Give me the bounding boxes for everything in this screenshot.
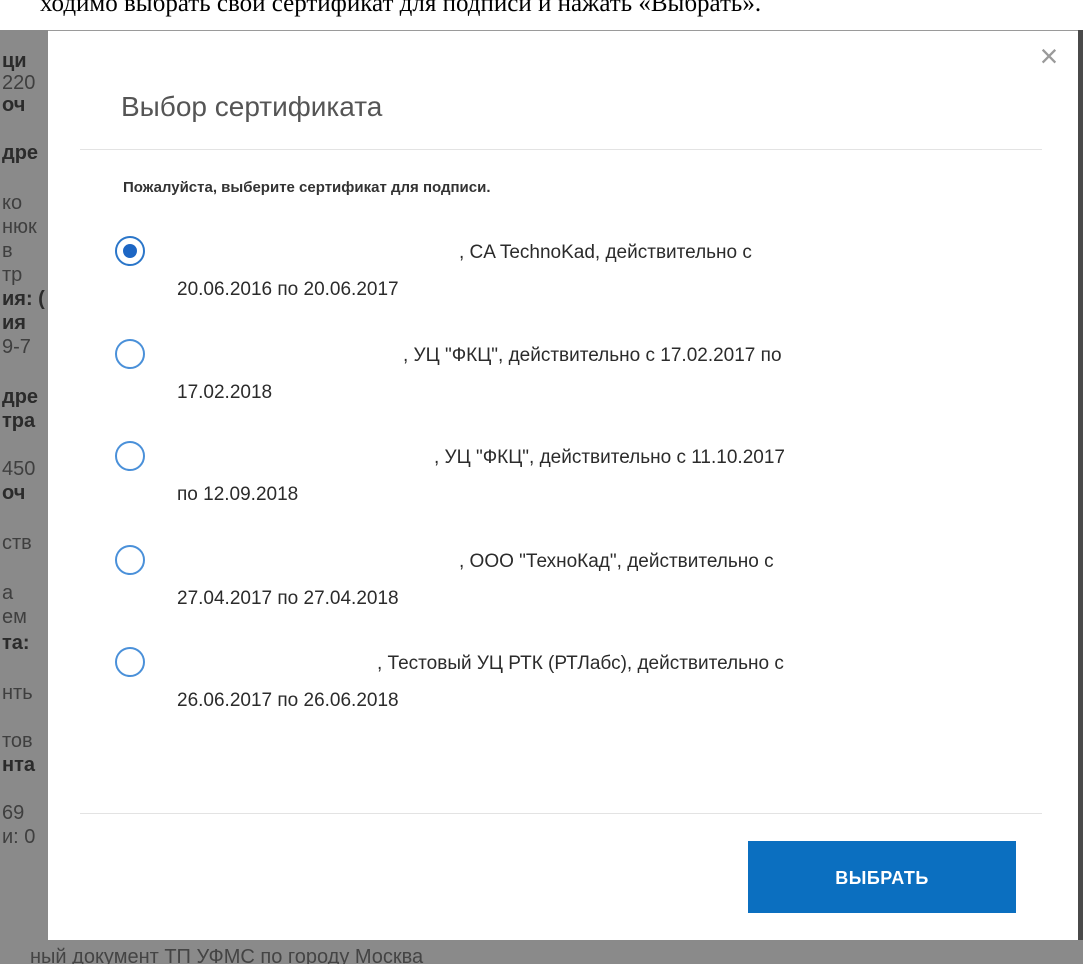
header-divider (80, 149, 1042, 150)
radio-button-2[interactable] (115, 339, 145, 369)
background-text-fragment: нта (2, 754, 35, 776)
document-top-strip: ходимо выбрать свой сертификат для подпи… (0, 0, 1083, 30)
background-page-fragments: ци 220 оч дре ко нюк в тр ия: (ия 9-7 дре тра 450 оч с… (0, 30, 48, 964)
footer-divider (80, 813, 1042, 814)
certificate-option-label: , УЦ "ФКЦ", действительно с 11.10.2017 п… (177, 447, 785, 505)
background-text-fragment: 220 (2, 72, 36, 94)
dialog-title: Выбор сертификата (121, 91, 383, 122)
background-text-fragment: ия (2, 312, 26, 334)
background-text-fragment: и: 0 (2, 826, 36, 848)
background-bottom-text: ный документ ТП УФМС по городу Москва (30, 946, 424, 964)
background-text-fragment: нюк (2, 216, 37, 238)
modal-frame-edge (1078, 30, 1083, 940)
background-text-fragment: ем (2, 606, 27, 628)
background-text-fragment: ци (2, 50, 27, 72)
certificate-option-label: , ООО "ТехноКад", действительно с 27.04.… (177, 551, 774, 609)
background-text-fragment: 9-7 (2, 336, 31, 358)
dialog-instruction: Пожалуйста, выберите сертификат для подп… (123, 179, 491, 196)
background-text-fragment: дре (2, 142, 39, 164)
certificate-option-label: , УЦ "ФКЦ", действительно с 17.02.2017 п… (177, 345, 782, 403)
select-button[interactable]: ВЫБРАТЬ (748, 841, 1016, 913)
document-top-text: ходимо выбрать свой сертификат для подпи… (40, 0, 762, 17)
background-text-fragment: дре (2, 386, 39, 408)
background-text-fragment: тов (2, 730, 33, 752)
background-text-fragment: тра (2, 410, 36, 432)
background-text-fragment: та: (2, 632, 30, 654)
background-text-fragment: 450 (2, 458, 36, 480)
background-text-fragment: а (2, 582, 14, 604)
close-icon[interactable]: × (1034, 40, 1064, 72)
radio-button-5[interactable] (115, 647, 145, 677)
radio-button-4[interactable] (115, 545, 145, 575)
background-text-fragment: нть (2, 682, 33, 704)
background-text-fragment: ия: ( (2, 288, 45, 310)
background-text-fragment: оч (2, 482, 26, 504)
background-text-fragment: оч (2, 94, 26, 116)
background-text-fragment: ств (2, 532, 32, 554)
background-text-fragment: тр (2, 264, 23, 286)
background-text-fragment: ко (2, 192, 23, 214)
certificate-option-label: , Тестовый УЦ РТК (РТЛабс), действительн… (177, 653, 784, 711)
radio-button-3[interactable] (115, 441, 145, 471)
background-text-fragment: 69 (2, 802, 25, 824)
certificate-option-label: , CA TechnoKad, действительно с 20.06.20… (177, 242, 752, 300)
background-text-fragment: в (2, 240, 13, 262)
certificate-dialog: × Выбор сертификата Пожалуйста, выберите… (48, 30, 1078, 940)
radio-button-1[interactable] (115, 236, 145, 266)
